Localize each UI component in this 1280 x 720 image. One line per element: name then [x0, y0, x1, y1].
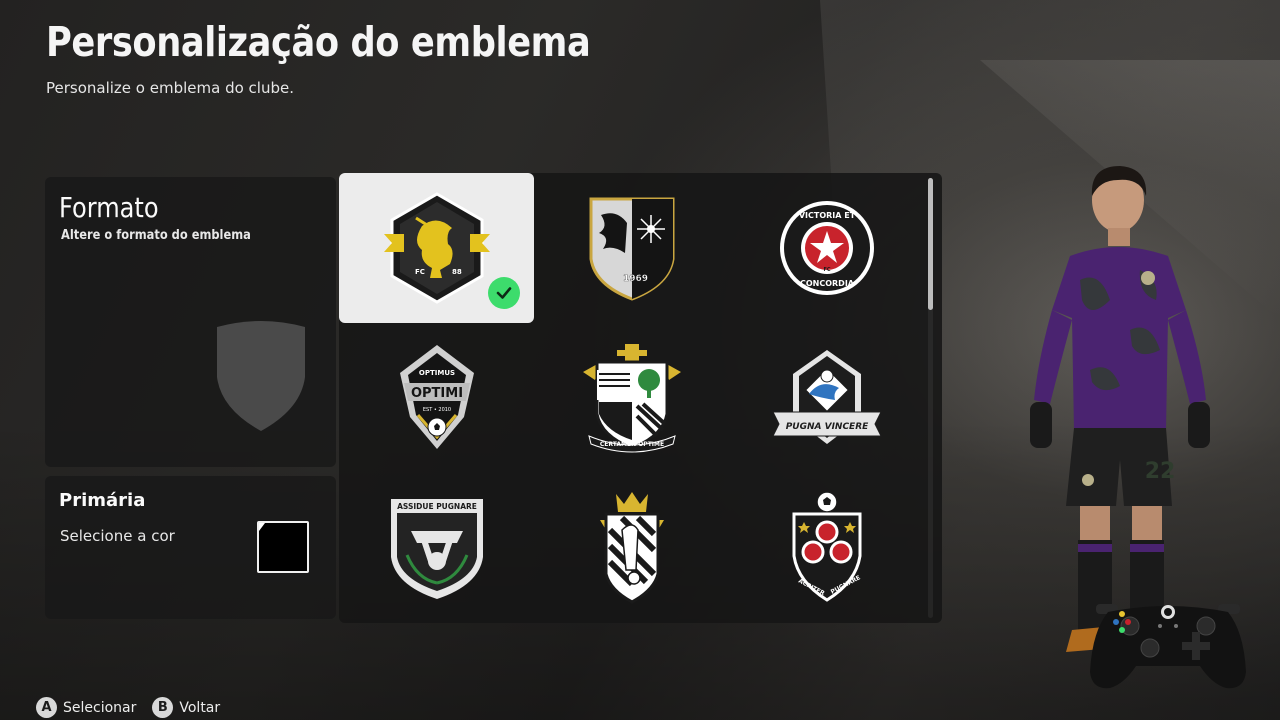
pugna-banner-text: PUGNA VINCERE	[785, 422, 868, 432]
format-description: Altere o formato do emblema	[61, 228, 251, 243]
crest-option-griffin[interactable]: FC 88	[339, 173, 534, 323]
format-panel[interactable]: Formato Altere o formato do emblema	[45, 177, 336, 467]
certamen-crest-icon: CERTAMEN OPTIME	[582, 344, 681, 453]
victoria-crest-icon: VICTORIA ET CONCORDIA FC	[779, 201, 874, 295]
crest-option-optimi[interactable]: OPTIMUS OPTIMI EST • 2010	[339, 323, 534, 473]
acriter-crest-icon: ACRITER PUGNARE	[792, 491, 861, 602]
svg-text:1969: 1969	[623, 274, 648, 284]
victoria-top-text: VICTORIA ET	[798, 211, 855, 220]
svg-text:FC: FC	[415, 268, 425, 276]
eagle-1969-crest-icon: 1969	[589, 197, 674, 301]
player-preview: 22	[1030, 166, 1210, 652]
victoria-small-text: FC	[823, 267, 830, 273]
crest-option-pugna[interactable]: PUGNA VINCERE	[729, 323, 924, 473]
player-kit-number: 22	[1145, 459, 1176, 484]
crest-grid-scrollbar[interactable]	[928, 178, 933, 618]
victoria-bottom-text: CONCORDIA	[799, 279, 854, 288]
pugna-crest-icon: PUGNA VINCERE	[771, 350, 882, 444]
select-hint[interactable]: A Selecionar	[36, 697, 136, 718]
primary-description: Selecione a cor	[60, 527, 175, 545]
back-hint-label: Voltar	[179, 699, 221, 716]
selected-check-icon	[488, 277, 520, 309]
optimi-crest-icon: OPTIMUS OPTIMI EST • 2010	[399, 345, 474, 449]
b-button-icon: B	[152, 697, 174, 718]
crest-option-assidue[interactable]: ASSIDUE PUGNARE	[339, 473, 534, 623]
a-button-icon: A	[36, 697, 57, 718]
crest-option-crown[interactable]	[534, 473, 729, 623]
primary-color-swatch[interactable]	[257, 521, 309, 573]
crown-crest-icon	[599, 492, 664, 604]
svg-text:88: 88	[452, 268, 462, 276]
assidue-crest-icon: ASSIDUE PUGNARE	[390, 499, 483, 599]
back-hint[interactable]: B Voltar	[152, 697, 220, 718]
select-hint-label: Selecionar	[63, 699, 137, 716]
footer-hints: A Selecionar B Voltar	[36, 697, 220, 718]
scrollbar-thumb[interactable]	[928, 178, 933, 310]
griffin-crest-icon: FC 88	[383, 192, 490, 304]
shield-shape-preview-icon	[217, 321, 305, 431]
crest-grid: FC 88 1969 VICTORIA ET CONCORDIA FC OPTI…	[339, 173, 942, 623]
page-title: Personalização do emblema	[46, 18, 591, 66]
optimi-small-text: EST • 2010	[422, 407, 450, 413]
xbox-controller-icon	[1090, 604, 1246, 689]
primary-heading: Primária	[59, 490, 146, 511]
crest-option-certamen[interactable]: CERTAMEN OPTIME	[534, 323, 729, 473]
format-heading: Formato	[59, 191, 159, 224]
page-subtitle: Personalize o emblema do clube.	[46, 79, 294, 97]
optimi-main-text: OPTIMI	[410, 386, 462, 401]
crest-option-victoria[interactable]: VICTORIA ET CONCORDIA FC	[729, 173, 924, 323]
crest-option-acriter[interactable]: ACRITER PUGNARE	[729, 473, 924, 623]
crest-option-eagle-1969[interactable]: 1969	[534, 173, 729, 323]
optimi-top-text: OPTIMUS	[418, 369, 454, 377]
certamen-banner-text: CERTAMEN OPTIME	[599, 441, 663, 448]
assidue-top-text: ASSIDUE PUGNARE	[397, 502, 477, 511]
primary-color-panel[interactable]: Primária Selecione a cor	[45, 476, 336, 619]
